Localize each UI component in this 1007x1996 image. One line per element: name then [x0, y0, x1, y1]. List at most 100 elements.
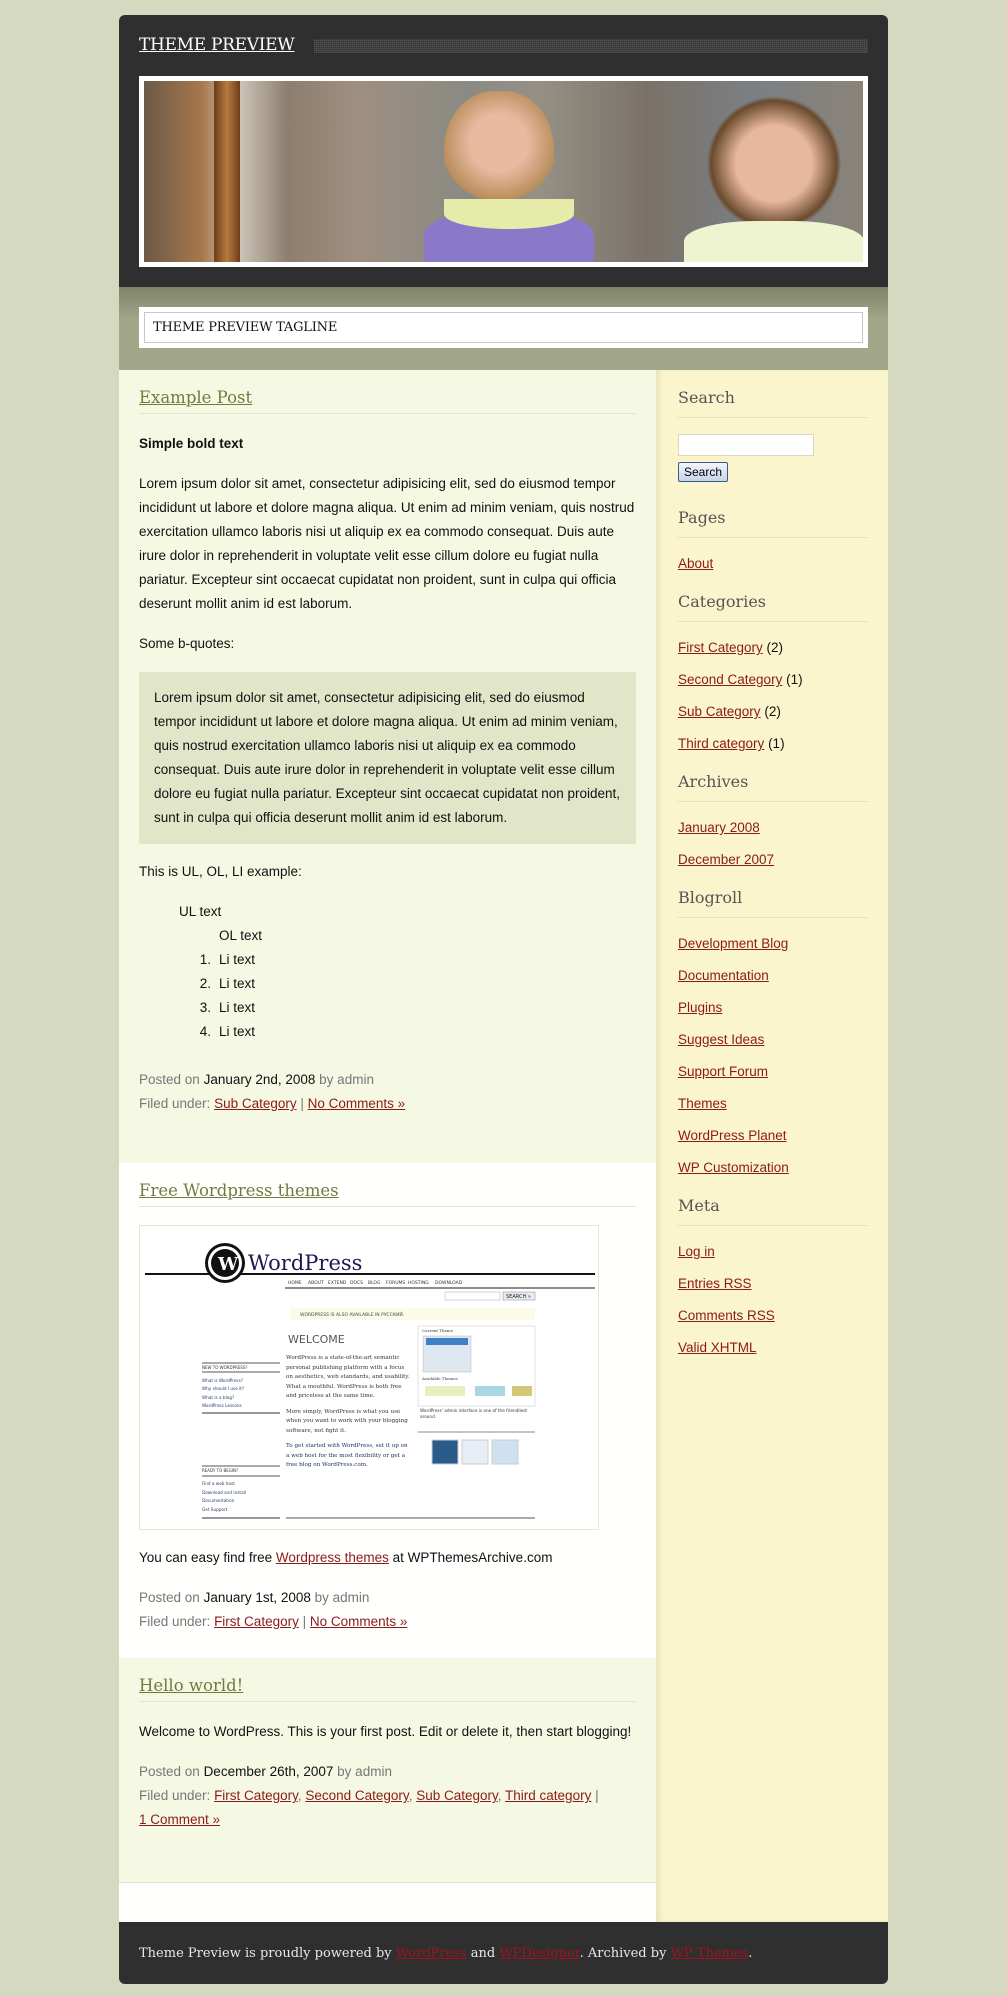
meta-list: Log in Entries RSS Comments RSS Valid XH…: [678, 1242, 868, 1358]
post-title-link[interactable]: Free Wordpress themes: [139, 1181, 339, 1200]
svg-text:Download and Install: Download and Install: [202, 1490, 246, 1495]
svg-text:FORUMS: FORUMS: [386, 1280, 405, 1286]
category-item: Second Category (1): [678, 670, 868, 690]
post-meta: Posted on December 26th, 2007 by admin F…: [139, 1764, 599, 1827]
search-button[interactable]: Search: [678, 462, 729, 482]
pages-list: About: [678, 554, 868, 574]
category-link[interactable]: Second Category: [678, 672, 782, 687]
search-input[interactable]: [678, 434, 814, 456]
category-item: Third category (1): [678, 734, 868, 754]
content-area: Example Post Simple bold text Lorem ipsu…: [119, 370, 888, 1922]
blogroll-list: Development Blog Documentation Plugins S…: [678, 934, 868, 1178]
site-header: THEME PREVIEW: [119, 15, 888, 287]
blogroll-link[interactable]: Plugins: [678, 1000, 722, 1015]
site-title-link[interactable]: THEME PREVIEW: [139, 35, 295, 55]
ul-text: UL text: [179, 904, 222, 919]
wordpress-screenshot-drawing: W WordPress HOME ABOUT EXTEND DOCS BLOG …: [145, 1243, 595, 1519]
svg-text:What is WordPress?: What is WordPress?: [202, 1378, 243, 1383]
meta-link-comments-rss[interactable]: Comments RSS: [678, 1308, 775, 1323]
comments-link[interactable]: No Comments »: [310, 1614, 408, 1629]
blogroll-link[interactable]: WordPress Planet: [678, 1128, 787, 1143]
categories-list: First Category (2) Second Category (1) S…: [678, 638, 868, 754]
footer-link-wordpress[interactable]: WordPress: [396, 1946, 467, 1961]
blogroll-link[interactable]: Support Forum: [678, 1064, 768, 1079]
category-count: (2): [766, 640, 784, 655]
meta-link-valid-xhtml[interactable]: Valid XHTML: [678, 1340, 757, 1355]
bold-text: Simple bold text: [139, 436, 244, 451]
category-link[interactable]: First Category: [678, 640, 763, 655]
main-bottom-spacer: [119, 1882, 656, 1922]
post-title: Hello world!: [139, 1676, 636, 1702]
svg-text:WORDPRESS IS ALSO AVAILABLE IN: WORDPRESS IS ALSO AVAILABLE IN РУССКИЙ.: [300, 1311, 404, 1318]
tagline-box: THEME PREVIEW TAGLINE: [139, 307, 868, 348]
svg-text:WordPress Lessons: WordPress Lessons: [202, 1403, 242, 1408]
blogroll-link[interactable]: Suggest Ideas: [678, 1032, 764, 1047]
svg-text:READY TO BEGIN?: READY TO BEGIN?: [202, 1468, 238, 1473]
post-date: January 1st, 2008: [203, 1590, 311, 1605]
meta-link-login[interactable]: Log in: [678, 1244, 715, 1259]
svg-text:WordPress: WordPress: [248, 1251, 362, 1275]
category-count: (2): [764, 704, 781, 719]
category-link[interactable]: First Category: [214, 1614, 299, 1629]
blogroll-link[interactable]: Themes: [678, 1096, 727, 1111]
meta-link-entries-rss[interactable]: Entries RSS: [678, 1276, 752, 1291]
footer-link-wp-themes[interactable]: WP Themes: [671, 1946, 749, 1961]
svg-text:DOCS: DOCS: [350, 1280, 363, 1286]
category-item: Sub Category (2): [678, 702, 868, 722]
svg-text:Why should I use it?: Why should I use it?: [202, 1386, 244, 1391]
category-link[interactable]: Sub Category: [416, 1788, 498, 1803]
wordpress-screenshot-image: W WordPress HOME ABOUT EXTEND DOCS BLOG …: [139, 1225, 599, 1530]
category-link[interactable]: Sub Category: [678, 704, 761, 719]
page-link-about[interactable]: About: [678, 556, 713, 571]
category-link[interactable]: Second Category: [305, 1788, 408, 1803]
footer-text: Theme Preview is proudly powered by Word…: [139, 1945, 753, 1961]
svg-text:What is a blog?: What is a blog?: [202, 1395, 234, 1400]
site-footer: Theme Preview is proudly powered by Word…: [119, 1922, 888, 1984]
post-title-link[interactable]: Hello world!: [139, 1676, 243, 1695]
footer-link-wpdesigner[interactable]: WPDesigner: [499, 1946, 579, 1961]
site-tagline: THEME PREVIEW TAGLINE: [144, 312, 863, 343]
post-date: December 26th, 2007: [203, 1764, 334, 1779]
post-paragraph: You can easy find free Wordpress themes …: [139, 1550, 553, 1565]
post-free-themes: Free Wordpress themes W WordPress HOME A…: [119, 1163, 656, 1658]
bquote-intro: Some b-quotes:: [139, 636, 235, 651]
blogroll-link[interactable]: WP Customization: [678, 1160, 789, 1175]
svg-text:WELCOME: WELCOME: [288, 1333, 345, 1346]
svg-text:HOSTING: HOSTING: [408, 1280, 429, 1286]
widget-title-blogroll: Blogroll: [678, 888, 868, 918]
sidebar: Search Search Pages About Categories Fir…: [656, 370, 888, 1922]
post-title: Example Post: [139, 388, 636, 414]
main-content: Example Post Simple bold text Lorem ipsu…: [119, 370, 656, 1922]
comments-link[interactable]: No Comments »: [308, 1096, 406, 1111]
category-link[interactable]: First Category: [214, 1788, 298, 1803]
photo-boy: [704, 81, 844, 231]
blogroll-link[interactable]: Development Blog: [678, 936, 788, 951]
post-author: by admin: [314, 1590, 370, 1605]
header-banner: [139, 76, 868, 267]
archive-link[interactable]: December 2007: [678, 852, 774, 867]
blogroll-link[interactable]: Documentation: [678, 968, 769, 983]
photo-boy-shirt: [684, 221, 863, 262]
post-title-link[interactable]: Example Post: [139, 388, 252, 407]
title-decorative-strip: [314, 39, 868, 53]
list-item: 2. Li text: [199, 976, 256, 991]
comments-link[interactable]: 1 Comment »: [139, 1812, 220, 1827]
archive-link[interactable]: January 2008: [678, 820, 760, 835]
svg-text:HOME: HOME: [288, 1280, 302, 1286]
svg-text:W: W: [217, 1254, 239, 1275]
category-link[interactable]: Third category: [505, 1788, 591, 1803]
ol-text: OL text: [219, 928, 263, 943]
example-list: UL text OL text 1. Li text 2. Li text 3. Li…: [179, 900, 636, 1044]
svg-text:NEW TO WORDPRESS?: NEW TO WORDPRESS?: [202, 1365, 248, 1370]
svg-text:Available Themes: Available Themes: [421, 1376, 458, 1381]
post-paragraph: Lorem ipsum dolor sit amet, consectetur …: [139, 476, 635, 611]
post-paragraph: Welcome to WordPress. This is your first…: [139, 1724, 632, 1739]
category-link[interactable]: Third category: [678, 736, 764, 751]
wordpress-themes-link[interactable]: Wordpress themes: [276, 1550, 389, 1565]
blockquote: Lorem ipsum dolor sit amet, consectetur …: [139, 672, 636, 844]
post-hello-world: Hello world! Welcome to WordPress. This …: [119, 1658, 656, 1882]
widget-title-pages: Pages: [678, 508, 868, 538]
post-meta: Posted on January 1st, 2008 by admin Fil…: [139, 1590, 408, 1629]
svg-text:BLOG: BLOG: [368, 1280, 381, 1286]
category-link[interactable]: Sub Category: [214, 1096, 297, 1111]
